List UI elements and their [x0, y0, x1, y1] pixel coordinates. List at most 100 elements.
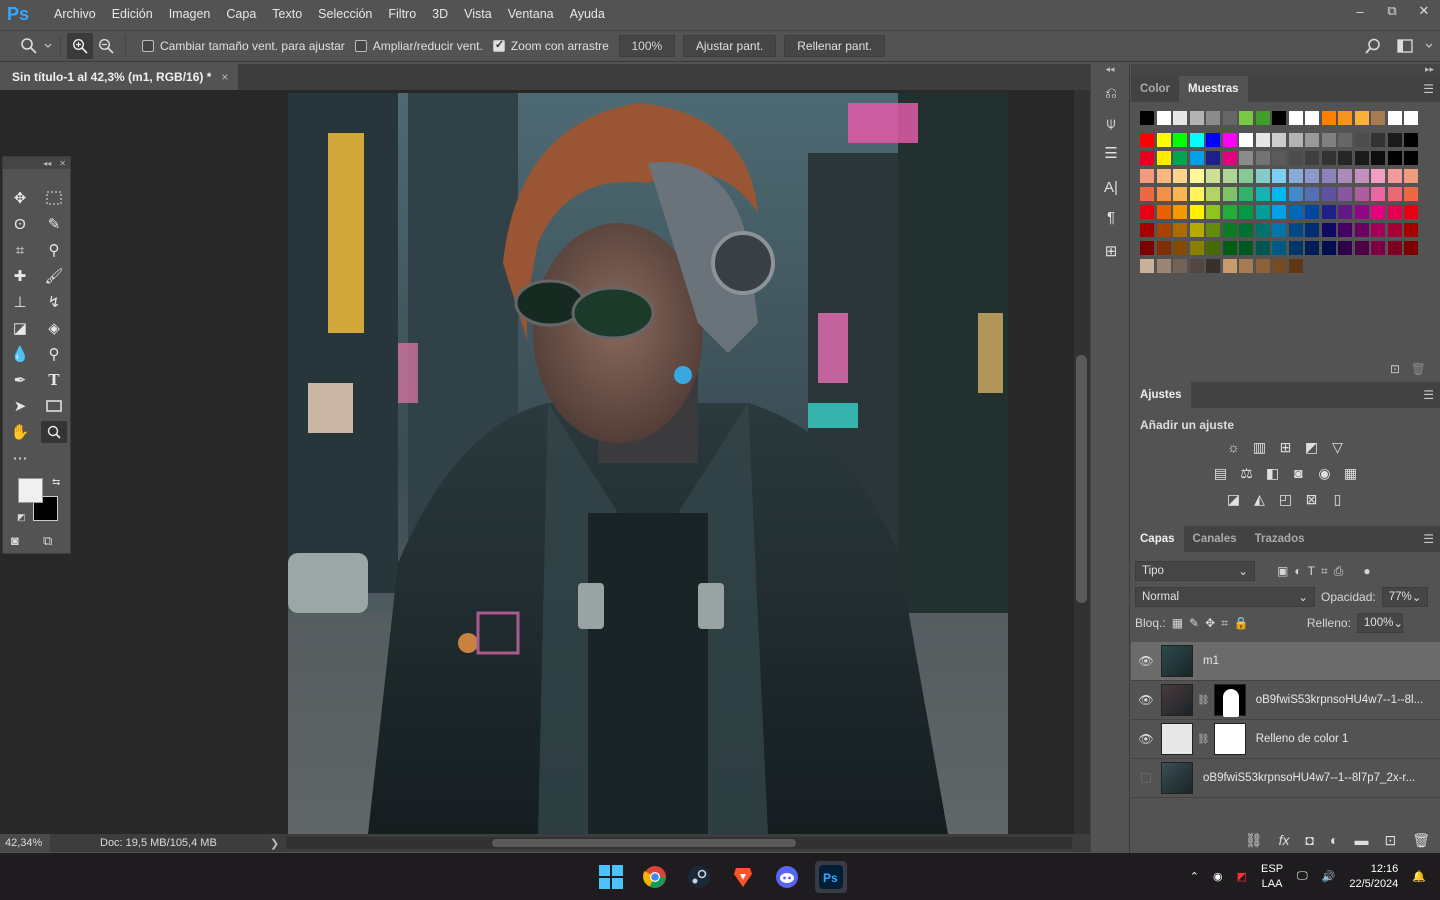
screen-mode-icon[interactable]: ⧉ [43, 533, 52, 549]
levels-icon[interactable]: ▥ [1251, 438, 1269, 456]
swatch[interactable] [1370, 222, 1386, 238]
visibility-eye-icon[interactable]: 👁 [1131, 654, 1161, 668]
menu-ayuda[interactable]: Ayuda [562, 0, 613, 28]
lock-artboard-icon[interactable]: ⌗ [1221, 616, 1228, 631]
swatch[interactable] [1271, 258, 1287, 274]
checkbox-box-checked[interactable] [492, 38, 505, 52]
swatch[interactable] [1337, 110, 1353, 126]
swatch[interactable] [1188, 110, 1205, 126]
swatch[interactable] [1320, 240, 1337, 256]
swatch[interactable] [1353, 150, 1370, 166]
eyedropper-tool-icon[interactable]: ⚲ [37, 237, 71, 263]
blur-tool-icon[interactable]: 💧 [3, 341, 37, 367]
swatch[interactable] [1205, 168, 1221, 184]
swatch[interactable] [1353, 204, 1370, 220]
zoom-in-icon[interactable] [67, 33, 93, 59]
tab-color[interactable]: Color [1131, 76, 1179, 102]
swatch[interactable] [1221, 222, 1238, 238]
swatch[interactable] [1386, 110, 1403, 126]
swatch[interactable] [1386, 240, 1403, 256]
notifications-icon[interactable]: 🔔 [1412, 870, 1426, 883]
swatch[interactable] [1271, 240, 1287, 256]
color-balance-icon[interactable]: ⚖ [1238, 464, 1256, 482]
swatch[interactable] [1386, 204, 1403, 220]
swatch[interactable] [1238, 150, 1254, 166]
swatch[interactable] [1238, 240, 1254, 256]
swatch[interactable] [1139, 132, 1155, 148]
threshold-icon[interactable]: ◰ [1277, 490, 1295, 508]
swatch[interactable] [1172, 132, 1188, 148]
brush-settings-panel-icon[interactable]: ⍦ [1091, 108, 1131, 138]
swatch[interactable] [1205, 110, 1221, 126]
swatch[interactable] [1403, 186, 1419, 202]
minimize-button[interactable]: – [1344, 0, 1376, 22]
filter-smart-object-icon[interactable]: ⎙ [1334, 564, 1344, 579]
menu-texto[interactable]: Texto [264, 0, 310, 28]
swatch[interactable] [1221, 240, 1238, 256]
panel-menu-icon[interactable]: ☰ [1423, 388, 1434, 402]
swatch[interactable] [1271, 186, 1287, 202]
swatch[interactable] [1271, 150, 1287, 166]
fx-icon[interactable]: fx [1279, 832, 1290, 848]
swatch[interactable] [1403, 168, 1419, 184]
layer-name[interactable]: oB9fwiS53krpnsoHU4w7--1--8l... [1256, 694, 1423, 706]
new-group-icon[interactable]: ▬ [1354, 832, 1368, 848]
swatch[interactable] [1172, 110, 1188, 126]
swatch[interactable] [1221, 168, 1238, 184]
menu-seleccion[interactable]: Selección [310, 0, 380, 28]
menu-imagen[interactable]: Imagen [161, 0, 219, 28]
filter-type-icon[interactable]: T [1308, 564, 1315, 578]
gradient-map-icon[interactable]: ▯ [1329, 490, 1347, 508]
swatch[interactable] [1287, 168, 1304, 184]
menu-filtro[interactable]: Filtro [380, 0, 424, 28]
swatch[interactable] [1188, 222, 1205, 238]
menu-vista[interactable]: Vista [456, 0, 500, 28]
swatch[interactable] [1205, 204, 1221, 220]
zoom-all-windows-checkbox[interactable]: Ampliar/reducir vent. [354, 39, 483, 53]
lock-position-icon[interactable]: ✥ [1205, 616, 1215, 630]
swatch[interactable] [1221, 150, 1238, 166]
filter-shape-icon[interactable]: ⌗ [1321, 564, 1328, 579]
swatch[interactable] [1403, 222, 1419, 238]
workspace-icon[interactable] [1392, 33, 1418, 59]
fill-field[interactable]: 100% ⌄ [1356, 613, 1403, 633]
selective-color-icon[interactable]: ⊠ [1303, 490, 1321, 508]
tab-paths[interactable]: Trazados [1246, 526, 1314, 552]
swatch[interactable] [1320, 222, 1337, 238]
swatch[interactable] [1172, 150, 1188, 166]
hue-saturation-icon[interactable]: ▤ [1212, 464, 1230, 482]
history-panel-icon[interactable]: ⎌ [1091, 78, 1131, 108]
swatch[interactable] [1254, 186, 1271, 202]
swatch[interactable] [1139, 222, 1155, 238]
layer-filter-dropdown[interactable]: Tipo ⌄ [1135, 561, 1255, 581]
swatch[interactable] [1205, 186, 1221, 202]
tab-adjustments[interactable]: Ajustes [1131, 382, 1191, 408]
status-arrow-icon[interactable]: ❯ [270, 837, 279, 850]
swatch[interactable] [1221, 132, 1238, 148]
layer-row[interactable]: 👁 ⛓ Relleno de color 1 [1131, 720, 1440, 759]
swatch[interactable] [1155, 258, 1172, 274]
canvas-area[interactable] [0, 90, 1074, 834]
swap-colors-icon[interactable]: ⇆ [52, 477, 60, 488]
menu-edicion[interactable]: Edición [104, 0, 161, 28]
collapse-strip-icon[interactable]: ◂◂ [1091, 64, 1129, 78]
toolbox-header[interactable]: ◂◂ ✕ [3, 157, 70, 169]
menu-3d[interactable]: 3D [424, 0, 456, 28]
delete-layer-icon[interactable]: 🗑 [1412, 832, 1430, 849]
swatch[interactable] [1271, 204, 1287, 220]
posterize-icon[interactable]: ◭ [1251, 490, 1269, 508]
network-icon[interactable]: 🖵 [1297, 870, 1308, 883]
lock-image-icon[interactable]: ✎ [1189, 616, 1199, 630]
scrubby-zoom-checkbox[interactable]: Zoom con arrastre [492, 38, 609, 53]
swatch[interactable] [1254, 168, 1271, 184]
swatch[interactable] [1221, 186, 1238, 202]
swatch[interactable] [1337, 150, 1353, 166]
layer-name[interactable]: Relleno de color 1 [1256, 733, 1349, 745]
restore-button[interactable]: ⧉ [1376, 0, 1408, 22]
swatch[interactable] [1155, 204, 1172, 220]
dodge-tool-icon[interactable]: ⚲ [37, 341, 71, 367]
swatch[interactable] [1287, 258, 1304, 274]
vertical-scroll-thumb[interactable] [1076, 355, 1087, 603]
swatch[interactable] [1304, 222, 1320, 238]
discord-tray-icon[interactable]: ◉ [1213, 870, 1223, 883]
